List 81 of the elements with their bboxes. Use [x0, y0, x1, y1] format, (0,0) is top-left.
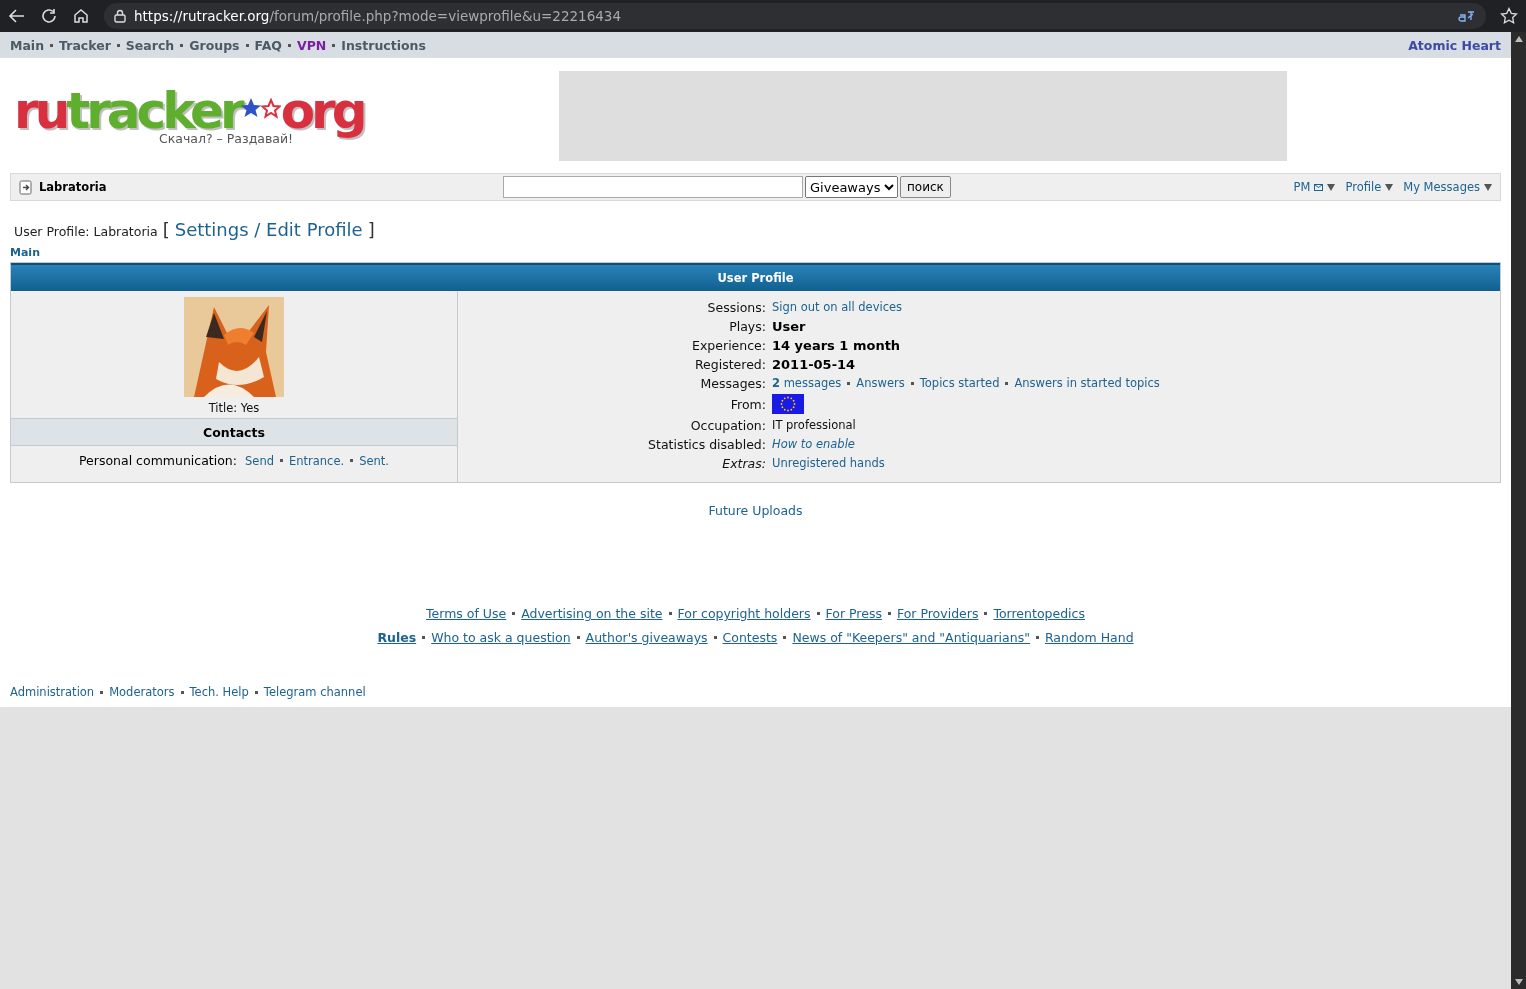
footer-link[interactable]: Terms of Use: [426, 606, 507, 621]
contact-link[interactable]: Sent.: [359, 453, 389, 468]
nav-link[interactable]: VPN: [296, 37, 327, 53]
home-icon[interactable]: [72, 7, 90, 25]
footer-link[interactable]: Rules: [377, 630, 417, 645]
panel-title: User Profile: [11, 263, 1500, 291]
flag-icon: [772, 394, 804, 414]
back-icon[interactable]: [8, 7, 26, 25]
footer-link[interactable]: Advertising on the site: [521, 606, 663, 621]
field-link[interactable]: Sign out on all devices: [772, 300, 903, 314]
breadcrumb-link[interactable]: Main: [0, 246, 1511, 262]
field-link[interactable]: 2 messages: [772, 376, 842, 390]
scrollbar[interactable]: [1511, 32, 1526, 989]
field-label: Occupation:: [690, 417, 766, 433]
footer-link[interactable]: Torrentopedics: [993, 606, 1085, 621]
promo-link[interactable]: Atomic Heart: [1408, 37, 1501, 53]
user-title: Title: Yes: [208, 400, 260, 417]
future-uploads-link[interactable]: Future Uploads: [708, 503, 803, 518]
contacts-header: Contacts: [11, 418, 457, 446]
nav-link[interactable]: Tracker: [59, 37, 111, 53]
nav-link[interactable]: Groups: [189, 37, 240, 53]
bracket: ]: [367, 219, 375, 240]
menu-link[interactable]: PM: [1293, 180, 1336, 194]
contact-link[interactable]: Entrance.: [288, 453, 345, 468]
field-value: 2011-05-14: [772, 356, 856, 372]
footer-link[interactable]: Author's giveaways: [585, 630, 708, 645]
footer-link[interactable]: For Press: [825, 606, 882, 621]
translate-icon[interactable]: [1458, 9, 1476, 23]
field-label: Experience:: [692, 337, 766, 353]
nav-link[interactable]: FAQ: [254, 37, 282, 53]
menu-link[interactable]: Profile: [1345, 180, 1394, 194]
field-label: Messages:: [700, 375, 766, 391]
contact-link[interactable]: Send: [245, 453, 274, 468]
bracket: [: [162, 219, 170, 240]
search-field[interactable]: [503, 176, 803, 198]
field-label: Plays:: [729, 318, 766, 334]
reload-icon[interactable]: [40, 7, 58, 25]
footer-link[interactable]: News of "Keepers" and "Antiquarians": [792, 630, 1030, 645]
category-select[interactable]: Giveaways: [805, 176, 898, 198]
footer-link[interactable]: Random Hand: [1044, 630, 1134, 645]
search-button[interactable]: поиск: [900, 176, 951, 198]
field-link[interactable]: Topics started: [919, 376, 1000, 390]
help-link[interactable]: How to enable: [772, 437, 855, 451]
footer-link[interactable]: For copyright holders: [677, 606, 811, 621]
contact-label: Personal communication:: [79, 453, 237, 468]
address-bar[interactable]: https://rutracker.org/forum/profile.php?mode=viewprofile&u=22216434: [104, 3, 1486, 29]
field-link[interactable]: Answers: [856, 376, 905, 390]
username: Labratoria: [39, 180, 108, 194]
field-label: From:: [730, 396, 766, 412]
bottom-link[interactable]: Telegram channel: [263, 685, 366, 699]
field-link[interactable]: Unregistered hands: [772, 456, 885, 470]
lock-icon: [114, 9, 126, 23]
logout-icon[interactable]: [19, 179, 33, 195]
nav-link[interactable]: Search: [125, 37, 175, 53]
caret-icon: [1385, 183, 1394, 191]
footer-link[interactable]: Who to ask a question: [431, 630, 571, 645]
bottom-link[interactable]: Tech. Help: [189, 685, 249, 699]
nav-link[interactable]: Main: [10, 37, 45, 53]
field-link[interactable]: Answers in started topics: [1014, 376, 1160, 390]
field-value: IT professional: [772, 418, 856, 432]
footer-link[interactable]: For Providers: [896, 606, 979, 621]
field-value: 14 years 1 month: [772, 337, 901, 353]
page-title: User Profile: Labratoria: [14, 224, 158, 239]
bottom-link[interactable]: Administration: [10, 685, 95, 699]
caret-icon: [1327, 183, 1336, 191]
bottom-link[interactable]: Moderators: [109, 685, 175, 699]
caret-icon: [1484, 183, 1492, 191]
scroll-down-icon[interactable]: [1514, 979, 1523, 985]
field-label: Registered:: [694, 356, 766, 372]
field-label: Extras:: [722, 455, 766, 471]
settings-link[interactable]: Settings / Edit Profile: [174, 219, 363, 240]
field-value: User: [772, 318, 806, 334]
url-text: https://rutracker.org/forum/profile.php?mode=viewprofile&u=22216434: [134, 8, 621, 24]
menu-link[interactable]: My Messages: [1403, 180, 1492, 194]
mail-icon: [1314, 183, 1324, 191]
star-icon[interactable]: [1500, 7, 1518, 25]
footer-link[interactable]: Contests: [722, 630, 778, 645]
field-label: Sessions:: [707, 299, 766, 315]
field-label: Statistics disabled:: [648, 436, 766, 452]
nav-link[interactable]: Instructions: [341, 37, 426, 53]
scroll-up-icon[interactable]: [1514, 36, 1523, 42]
